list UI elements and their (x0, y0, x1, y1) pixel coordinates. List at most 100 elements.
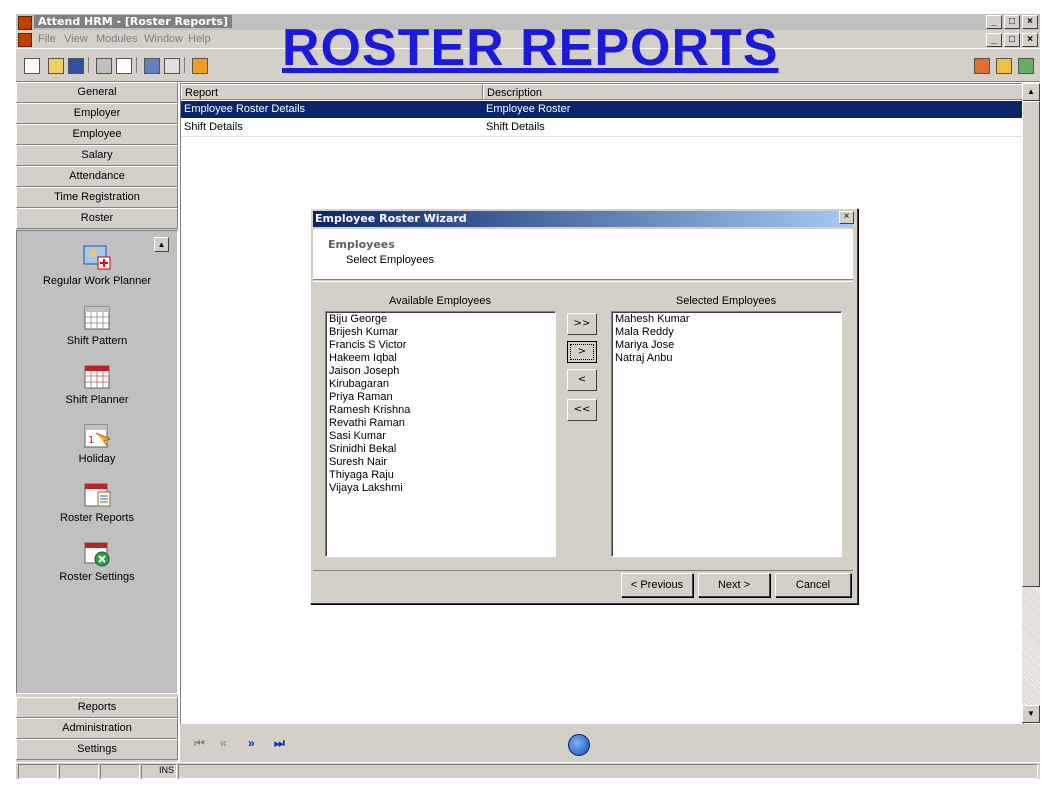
sidebar-item-reports[interactable]: Reports (16, 697, 178, 718)
wizard-step-description: Select Employees (346, 254, 435, 266)
list-item[interactable]: Mariya Jose (615, 339, 838, 352)
table-row[interactable]: Shift Details Shift Details (181, 119, 1023, 137)
column-header-report[interactable]: Report (181, 84, 483, 100)
menu-view[interactable]: View (64, 33, 88, 45)
roster-item-shift-planner[interactable]: Shift Planner (17, 362, 177, 406)
list-item[interactable]: Vijaya Lakshmi (329, 482, 552, 495)
window-title: Attend HRM - [Roster Reports] (34, 15, 233, 28)
sidebar-item-employee[interactable]: Employee (16, 124, 178, 145)
doc-minimize-button[interactable]: _ (986, 33, 1002, 47)
sidebar: General Employer Employee Salary Attenda… (16, 82, 178, 762)
list-item[interactable]: Revathi Raman (329, 417, 552, 430)
roster-item-holiday[interactable]: 1 Holiday (17, 421, 177, 465)
tools-icon[interactable] (164, 58, 180, 74)
roster-item-label: Roster Reports (60, 512, 134, 524)
print-preview-icon[interactable] (116, 58, 132, 74)
wizard-step-title: Employees (328, 238, 395, 251)
available-employees-list[interactable]: Biju George Brijesh Kumar Francis S Vict… (325, 311, 556, 557)
maximize-button[interactable]: □ (1004, 15, 1020, 29)
list-item[interactable]: Hakeem Iqbal (329, 352, 552, 365)
sidebar-item-general[interactable]: General (16, 82, 178, 103)
scrollbar-thumb[interactable] (1022, 101, 1040, 587)
roster-item-label: Regular Work Planner (42, 275, 151, 287)
list-item[interactable]: Natraj Anbu (615, 352, 838, 365)
list-item[interactable]: Srinidhi Bekal (329, 443, 552, 456)
roster-item-roster-settings[interactable]: Roster Settings (17, 539, 177, 583)
dialog-title-bar: Employee Roster Wizard (313, 211, 853, 227)
list-item[interactable]: Francis S Victor (329, 339, 552, 352)
menu-file[interactable]: File (38, 33, 56, 45)
list-item[interactable]: Suresh Nair (329, 456, 552, 469)
employee-roster-wizard-dialog: Employee Roster Wizard × Employees Selec… (310, 208, 858, 604)
sidebar-item-administration[interactable]: Administration (16, 718, 178, 739)
add-all-button[interactable]: >> (567, 313, 597, 335)
next-record-icon[interactable]: » (248, 736, 255, 750)
app-icon[interactable] (18, 16, 32, 30)
calendar-shortcut-icon[interactable] (996, 58, 1012, 74)
dialog-close-button[interactable]: × (839, 211, 854, 224)
list-item[interactable]: Kirubagaran (329, 378, 552, 391)
edit-icon[interactable] (144, 58, 160, 74)
close-button[interactable]: × (1022, 15, 1038, 29)
next-button[interactable]: Next > (698, 573, 770, 597)
sidebar-item-settings[interactable]: Settings (16, 739, 178, 760)
save-icon[interactable] (68, 58, 84, 74)
roster-item-roster-reports[interactable]: Roster Reports (17, 480, 177, 524)
print-icon[interactable] (96, 58, 112, 74)
holiday-calendar-icon: 1 (82, 421, 112, 449)
attendance-shortcut-icon[interactable] (1018, 58, 1034, 74)
home-icon[interactable] (568, 734, 590, 756)
sidebar-item-roster[interactable]: Roster (16, 208, 178, 229)
calendar-grid-icon (82, 362, 112, 390)
previous-button[interactable]: < Previous (621, 573, 693, 597)
list-item[interactable]: Priya Raman (329, 391, 552, 404)
new-icon[interactable] (24, 58, 40, 74)
list-item[interactable]: Mala Reddy (615, 326, 838, 339)
sidebar-item-employer[interactable]: Employer (16, 103, 178, 124)
roster-item-label: Roster Settings (59, 571, 135, 583)
menu-help[interactable]: Help (188, 33, 211, 45)
list-item[interactable]: Thiyaga Raju (329, 469, 552, 482)
remove-selected-button[interactable]: < (567, 369, 597, 391)
first-record-icon[interactable]: ⏮ (194, 736, 205, 751)
exit-icon[interactable] (192, 58, 208, 74)
table-row[interactable]: Employee Roster Details Employee Roster (181, 101, 1023, 118)
doc-close-button[interactable]: × (1022, 33, 1038, 47)
cell-report: Employee Roster Details (184, 103, 306, 115)
insert-mode-indicator: INS (141, 764, 177, 779)
vertical-scrollbar[interactable]: ▲ ▼ (1022, 83, 1040, 723)
doc-maximize-button[interactable]: □ (1004, 33, 1020, 47)
list-item[interactable]: Ramesh Krishna (329, 404, 552, 417)
last-record-icon[interactable]: ⏭ (274, 736, 285, 751)
roster-item-label: Shift Planner (65, 394, 129, 406)
document-icon[interactable] (18, 33, 32, 47)
page-banner-title: ROSTER REPORTS (282, 19, 779, 77)
list-item[interactable]: Mahesh Kumar (615, 313, 838, 326)
column-header-description[interactable]: Description (483, 84, 1023, 100)
settings-calendar-icon (82, 539, 112, 567)
scroll-up-arrow-icon[interactable]: ▲ (1022, 83, 1040, 101)
list-item[interactable]: Sasi Kumar (329, 430, 552, 443)
cancel-button[interactable]: Cancel (775, 573, 851, 597)
scroll-down-arrow-icon[interactable]: ▼ (1022, 705, 1040, 723)
selected-employees-list[interactable]: Mahesh Kumar Mala Reddy Mariya Jose Natr… (611, 311, 842, 557)
menu-modules[interactable]: Modules (96, 33, 138, 45)
add-selected-button[interactable]: > (567, 341, 597, 363)
roster-shortcut-icon[interactable] (974, 58, 990, 74)
list-item[interactable]: Brijesh Kumar (329, 326, 552, 339)
roster-item-label: Holiday (78, 453, 116, 465)
sidebar-item-salary[interactable]: Salary (16, 145, 178, 166)
roster-item-regular-work-planner[interactable]: Regular Work Planner (17, 243, 177, 287)
menu-window[interactable]: Window (144, 33, 183, 45)
list-item[interactable]: Biju George (329, 313, 552, 326)
previous-record-icon[interactable]: « (220, 736, 227, 750)
open-folder-icon[interactable] (48, 58, 64, 74)
list-item[interactable]: Jaison Joseph (329, 365, 552, 378)
roster-item-shift-pattern[interactable]: Shift Pattern (17, 303, 177, 347)
available-employees-label: Available Employees (389, 295, 491, 307)
record-navigation-bar: ⏮ « » ⏭ (180, 724, 1040, 762)
minimize-button[interactable]: _ (986, 15, 1002, 29)
remove-all-button[interactable]: << (567, 399, 597, 421)
sidebar-item-time-registration[interactable]: Time Registration (16, 187, 178, 208)
sidebar-item-attendance[interactable]: Attendance (16, 166, 178, 187)
